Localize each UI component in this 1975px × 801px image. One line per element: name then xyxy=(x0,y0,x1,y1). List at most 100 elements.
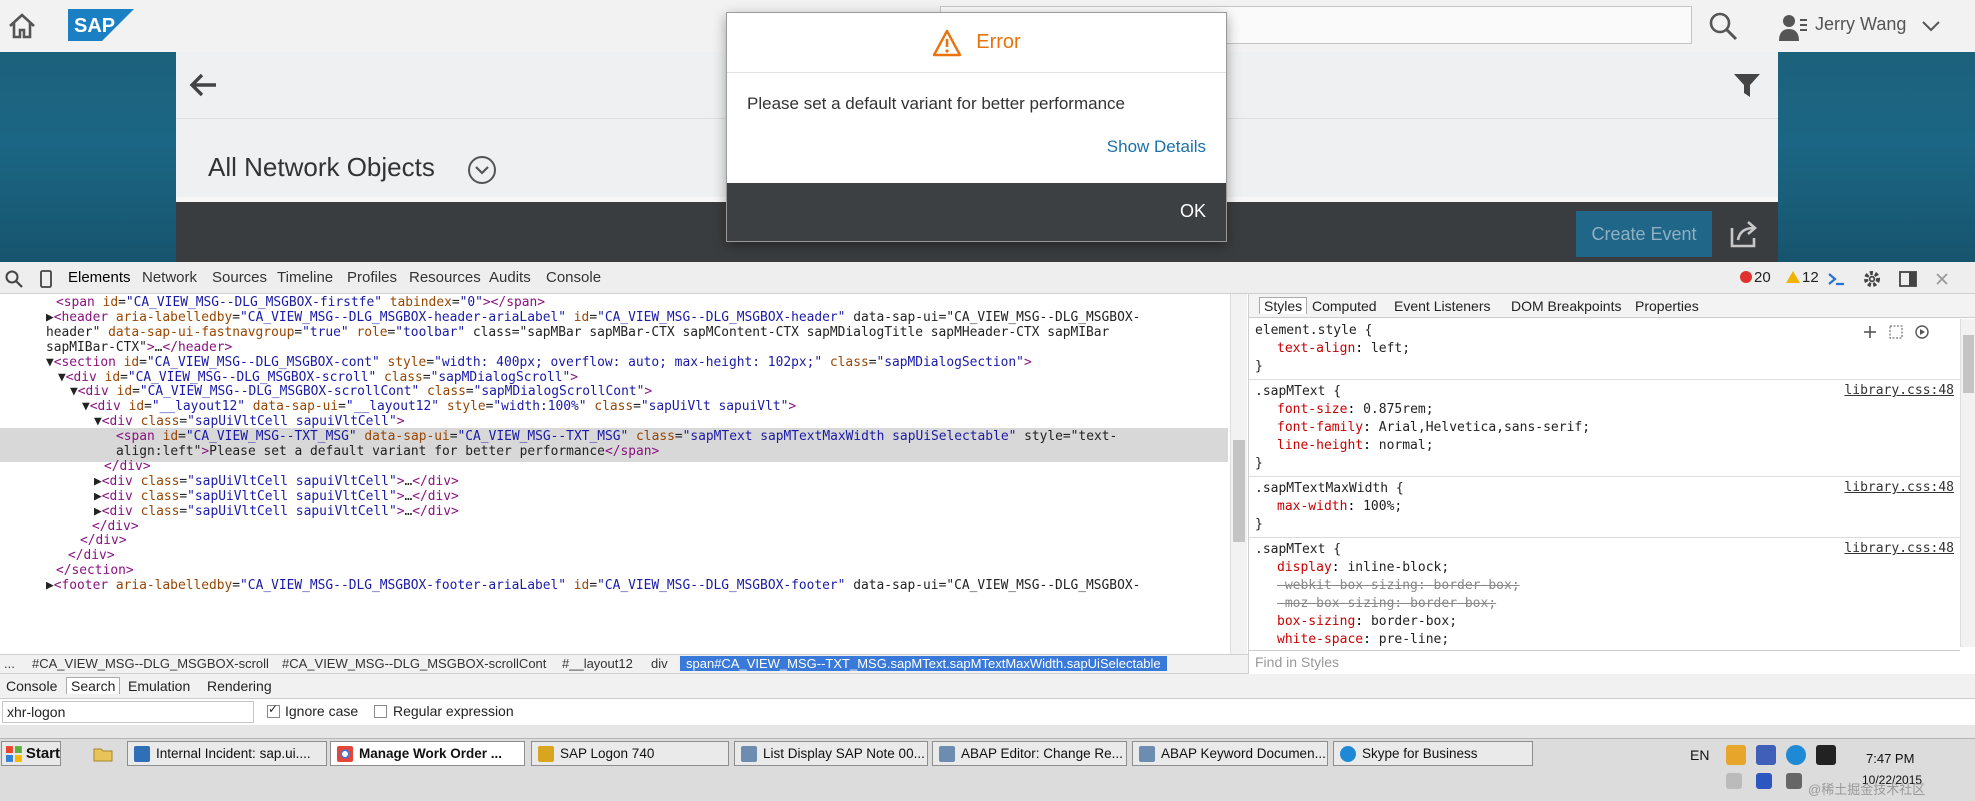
tray-monitor-icon[interactable] xyxy=(1786,773,1802,789)
sap-logo[interactable]: SAP xyxy=(68,9,134,41)
error-count-badge[interactable]: 20 xyxy=(1740,269,1771,286)
drawer-tab-console[interactable]: Console xyxy=(6,678,57,694)
ignore-case-checkbox[interactable] xyxy=(267,702,280,718)
elements-dom-tree[interactable]: <span id="CA_VIEW_MSG--DLG_MSGBOX-firstf… xyxy=(0,294,1248,654)
user-icon[interactable] xyxy=(1778,12,1808,42)
tab-properties[interactable]: Properties xyxy=(1635,298,1699,314)
css-property-name[interactable]: line-height xyxy=(1277,438,1363,453)
variant-title[interactable]: All Network Objects xyxy=(208,152,435,183)
css-declaration[interactable]: -webkit-box-sizing: border-box; xyxy=(1255,577,1954,595)
css-declaration[interactable]: font-family: Arial,Helvetica,sans-serif; xyxy=(1255,419,1954,437)
breadcrumb-item[interactable]: div xyxy=(651,656,668,671)
filter-icon[interactable] xyxy=(1732,70,1762,100)
taskbar-item-list-display[interactable]: List Display SAP Note 00... xyxy=(734,741,928,766)
css-rule[interactable]: .sapMTextMaxWidth {library.css:48 max-wid… xyxy=(1249,477,1960,538)
show-details-link[interactable]: Show Details xyxy=(1107,137,1206,157)
taskbar-item-manage-work-order[interactable]: Manage Work Order ... xyxy=(330,741,525,766)
css-rule[interactable]: element.style {text-align: left;} xyxy=(1249,319,1960,380)
tab-sources[interactable]: Sources xyxy=(212,269,267,286)
inspect-search-icon[interactable] xyxy=(4,269,24,289)
css-source-link[interactable]: library.css:48 xyxy=(1844,541,1954,556)
tray-skype-icon[interactable] xyxy=(1786,745,1806,765)
css-property-value[interactable]: 0.875rem; xyxy=(1363,402,1433,417)
css-property-name[interactable]: -moz-box-sizing xyxy=(1277,596,1394,611)
tab-dom-breakpoints[interactable]: DOM Breakpoints xyxy=(1511,298,1621,314)
back-arrow-icon[interactable] xyxy=(186,68,220,102)
css-property-name[interactable]: -webkit-box-sizing xyxy=(1277,578,1418,593)
css-property-value[interactable]: border-box; xyxy=(1371,614,1457,629)
taskbar-item-skype[interactable]: Skype for Business xyxy=(1333,741,1533,766)
css-property-name[interactable]: white-space xyxy=(1277,632,1363,647)
breadcrumb-item[interactable]: #CA_VIEW_MSG--DLG_MSGBOX-scrollCont xyxy=(282,656,546,671)
css-declaration[interactable]: -moz-box-sizing: border-box; xyxy=(1255,595,1954,613)
new-style-rule-icon[interactable] xyxy=(1862,323,1932,341)
ok-button[interactable]: OK xyxy=(1178,197,1208,226)
language-indicator[interactable]: EN xyxy=(1690,747,1709,763)
css-declaration[interactable]: max-width: 100%; xyxy=(1255,498,1954,516)
breadcrumb-item[interactable]: #CA_VIEW_MSG--DLG_MSGBOX-scroll xyxy=(32,656,269,671)
css-property-name[interactable]: text-align xyxy=(1277,341,1355,356)
css-declaration[interactable]: white-space: pre-line; xyxy=(1255,631,1954,647)
close-icon[interactable] xyxy=(1932,269,1952,289)
taskbar-item-abap-keyword[interactable]: ABAP Keyword Documen... xyxy=(1132,741,1328,766)
css-rules-list[interactable]: element.style {text-align: left;} .sapMTe… xyxy=(1249,319,1960,647)
tab-audits[interactable]: Audits xyxy=(489,269,531,286)
css-declaration[interactable]: display: inline-block; xyxy=(1255,559,1954,577)
chevron-circle-down-icon[interactable] xyxy=(467,155,497,185)
css-declaration[interactable]: font-size: 0.875rem; xyxy=(1255,401,1954,419)
drawer-tab-emulation[interactable]: Emulation xyxy=(128,678,190,694)
tray-shield-icon[interactable] xyxy=(1756,773,1772,789)
styles-scrollbar[interactable] xyxy=(1960,319,1975,647)
css-declaration[interactable]: line-height: normal; xyxy=(1255,437,1954,455)
breadcrumb-item[interactable]: #__layout12 xyxy=(562,656,633,671)
start-button[interactable]: Start xyxy=(1,741,61,766)
clock-time[interactable]: 7:47 PM xyxy=(1866,751,1914,766)
dock-side-icon[interactable] xyxy=(1898,269,1918,289)
tab-styles[interactable]: Styles xyxy=(1259,297,1308,314)
css-selector[interactable]: element.style { xyxy=(1255,322,1954,340)
regex-checkbox[interactable] xyxy=(374,705,387,718)
css-declaration[interactable]: text-align: left; xyxy=(1255,340,1954,358)
user-name[interactable]: Jerry Wang xyxy=(1815,14,1906,35)
breadcrumb-item[interactable]: ... xyxy=(4,656,15,671)
tray-media-icon[interactable] xyxy=(1816,745,1836,765)
css-rule[interactable]: .sapMText {library.css:48 font-size: 0.87… xyxy=(1249,380,1960,477)
tab-network[interactable]: Network xyxy=(142,269,197,286)
find-in-styles-input[interactable]: Find in Styles xyxy=(1249,650,1960,674)
taskbar-item-internal-incident[interactable]: Internal Incident: sap.ui.... xyxy=(127,741,327,766)
scrollbar-thumb[interactable] xyxy=(1963,335,1974,393)
tab-console[interactable]: Console xyxy=(546,269,601,286)
css-property-value[interactable]: left; xyxy=(1371,341,1410,356)
folder-icon[interactable] xyxy=(92,743,114,765)
css-property-name[interactable]: box-sizing xyxy=(1277,614,1355,629)
drawer-tab-search[interactable]: Search xyxy=(66,677,121,694)
css-declaration[interactable]: box-sizing: border-box; xyxy=(1255,613,1954,631)
css-property-name[interactable]: max-width xyxy=(1277,499,1347,514)
dom-tree-scrollbar[interactable] xyxy=(1230,294,1247,654)
css-property-value[interactable]: border-box; xyxy=(1410,596,1496,611)
device-mode-icon[interactable] xyxy=(36,269,56,289)
dom-node-line[interactable]: ▶<footer aria-labelledby="CA_VIEW_MSG--D… xyxy=(0,577,1228,596)
tab-elements[interactable]: Elements xyxy=(68,269,131,286)
css-rule[interactable]: .sapMText {library.css:48 display: inline… xyxy=(1249,538,1960,647)
css-property-value[interactable]: normal; xyxy=(1379,438,1434,453)
tab-resources[interactable]: Resources xyxy=(409,269,481,286)
css-property-value[interactable]: Arial,Helvetica,sans-serif; xyxy=(1379,420,1590,435)
css-property-value[interactable]: pre-line; xyxy=(1379,632,1449,647)
css-source-link[interactable]: library.css:48 xyxy=(1844,480,1954,495)
taskbar-item-abap-editor[interactable]: ABAP Editor: Change Re... xyxy=(932,741,1127,766)
css-property-value[interactable]: inline-block; xyxy=(1347,560,1449,575)
css-property-name[interactable]: font-size xyxy=(1277,402,1347,417)
chevron-down-icon[interactable] xyxy=(1920,15,1942,37)
tab-computed[interactable]: Computed xyxy=(1312,298,1377,314)
settings-gear-icon[interactable] xyxy=(1862,269,1882,289)
css-property-value[interactable]: border-box; xyxy=(1434,578,1520,593)
warning-count-badge[interactable]: 12 xyxy=(1786,269,1819,286)
css-property-value[interactable]: 100%; xyxy=(1363,499,1402,514)
css-property-name[interactable]: display xyxy=(1277,560,1332,575)
taskbar-item-sap-logon[interactable]: SAP Logon 740 xyxy=(531,741,729,766)
share-icon[interactable] xyxy=(1726,216,1762,252)
tray-app-icon[interactable] xyxy=(1726,745,1746,765)
home-icon[interactable] xyxy=(4,8,40,44)
search-icon[interactable] xyxy=(1706,10,1740,42)
